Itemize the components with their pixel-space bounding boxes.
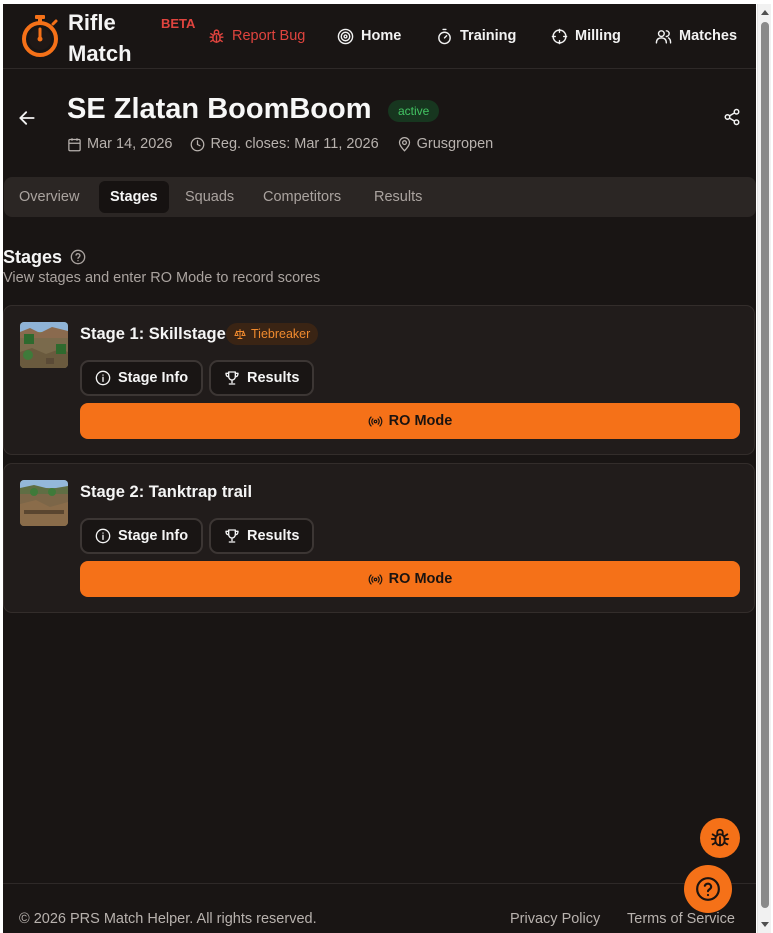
match-date: Mar 14, 2026 <box>67 136 172 152</box>
ro-mode-label: RO Mode <box>388 571 453 587</box>
scroll-up-icon[interactable] <box>761 10 769 15</box>
ro-mode-label: RO Mode <box>388 413 453 429</box>
brand-line-1: Rifle <box>68 10 116 35</box>
info-icon <box>95 528 111 544</box>
page-title: SE Zlatan BoomBoom <box>67 93 372 125</box>
match-location-text: Grusgropen <box>416 136 494 152</box>
trophy-icon <box>225 529 239 543</box>
registration-close: Reg. closes: Mar 11, 2026 <box>190 136 379 152</box>
report-bug-label: Report Bug <box>232 28 306 44</box>
clock-icon <box>191 137 205 151</box>
bug-icon <box>710 828 730 847</box>
stage-info-label: Stage Info <box>118 528 189 544</box>
top-navbar: Rifle Match BETA Report Bug Home Trainin… <box>3 4 756 69</box>
nav-training[interactable]: Training <box>436 26 516 46</box>
registration-close-text: Reg. closes: Mar 11, 2026 <box>210 136 379 152</box>
stages-heading-text: Stages <box>3 246 63 267</box>
app-root: Rifle Match BETA Report Bug Home Trainin… <box>3 4 756 933</box>
radio-signal-icon <box>368 415 383 427</box>
nav-home-label: Home <box>361 28 402 44</box>
timer-icon <box>438 28 451 44</box>
results-label: Results <box>247 370 300 386</box>
tiebreaker-badge: Tiebreaker <box>226 323 319 345</box>
target-icon <box>337 28 354 44</box>
ro-mode-button[interactable]: RO Mode <box>80 561 740 597</box>
nav-matches[interactable]: Matches <box>655 26 737 46</box>
tab-competitors[interactable]: Competitors <box>252 181 352 213</box>
crosshair-icon <box>551 28 568 44</box>
nav-home[interactable]: Home <box>337 26 401 46</box>
privacy-policy-link[interactable]: Privacy Policy <box>510 911 600 927</box>
stages-subtitle: View stages and enter RO Mode to record … <box>3 270 321 286</box>
match-meta: Mar 14, 2026 Reg. closes: Mar 11, 2026 G… <box>67 134 511 154</box>
scroll-down-icon[interactable] <box>761 922 769 927</box>
stage-title: Stage 2: Tanktrap trail <box>80 483 253 501</box>
users-icon <box>655 29 672 44</box>
map-pin-icon <box>398 136 410 152</box>
scrollbar-thumb[interactable] <box>761 22 769 908</box>
status-badge: active <box>388 100 440 122</box>
stopwatch-logo-icon[interactable] <box>20 14 60 58</box>
share-icon[interactable] <box>723 108 741 126</box>
stages-heading: Stages <box>3 245 86 269</box>
stage-thumbnail[interactable] <box>20 480 68 526</box>
results-button[interactable]: Results <box>209 360 315 396</box>
stage-thumbnail-image <box>20 480 68 526</box>
match-date-text: Mar 14, 2026 <box>87 136 173 152</box>
copyright-text: © 2026 PRS Match Helper. All rights rese… <box>19 911 317 927</box>
back-arrow-icon[interactable] <box>17 108 37 128</box>
stage-thumbnail-image <box>20 322 68 368</box>
nav-milling-label: Milling <box>575 28 621 44</box>
report-bug-link[interactable]: Report Bug <box>208 26 305 46</box>
bug-icon <box>209 28 224 43</box>
terms-of-service-link[interactable]: Terms of Service <box>627 911 735 927</box>
stage-info-label: Stage Info <box>118 370 189 386</box>
tab-overview[interactable]: Overview <box>8 181 90 213</box>
match-location: Grusgropen <box>397 136 494 152</box>
info-icon <box>95 370 111 386</box>
tab-results[interactable]: Results <box>363 181 433 213</box>
trophy-icon <box>225 371 239 385</box>
footer: © 2026 PRS Match Helper. All rights rese… <box>3 883 756 933</box>
stage-title: Stage 1: Skillstage <box>80 325 226 343</box>
report-bug-fab[interactable] <box>700 818 740 858</box>
brand-name[interactable]: Rifle Match <box>68 7 158 69</box>
stage-info-button[interactable]: Stage Info <box>80 518 204 554</box>
ro-mode-button[interactable]: RO Mode <box>80 403 740 439</box>
tiebreaker-label: Tiebreaker <box>251 327 311 341</box>
results-button[interactable]: Results <box>209 518 315 554</box>
tab-squads[interactable]: Squads <box>174 181 245 213</box>
stage-thumbnail[interactable] <box>20 322 68 368</box>
brand-line-2: Match <box>68 41 132 66</box>
help-circle-icon <box>696 877 720 901</box>
tab-stages[interactable]: Stages <box>99 181 169 213</box>
stage-info-button[interactable]: Stage Info <box>80 360 204 396</box>
stage-card: Stage 1: Skillstage Tiebreaker Stage Inf… <box>3 305 755 455</box>
nav-matches-label: Matches <box>679 28 738 44</box>
scale-icon <box>234 329 246 339</box>
calendar-icon <box>68 137 81 151</box>
nav-training-label: Training <box>460 28 517 44</box>
help-circle-icon[interactable] <box>70 249 86 265</box>
beta-badge: BETA <box>161 16 196 31</box>
tab-bar: Overview Stages Squads Competitors Resul… <box>4 177 756 217</box>
radio-signal-icon <box>368 573 383 585</box>
help-fab[interactable] <box>684 865 732 913</box>
nav-milling[interactable]: Milling <box>551 26 621 46</box>
results-label: Results <box>247 528 300 544</box>
stage-card: Stage 2: Tanktrap trail Stage Info Resul… <box>3 463 755 613</box>
scrollbar[interactable] <box>757 4 771 933</box>
